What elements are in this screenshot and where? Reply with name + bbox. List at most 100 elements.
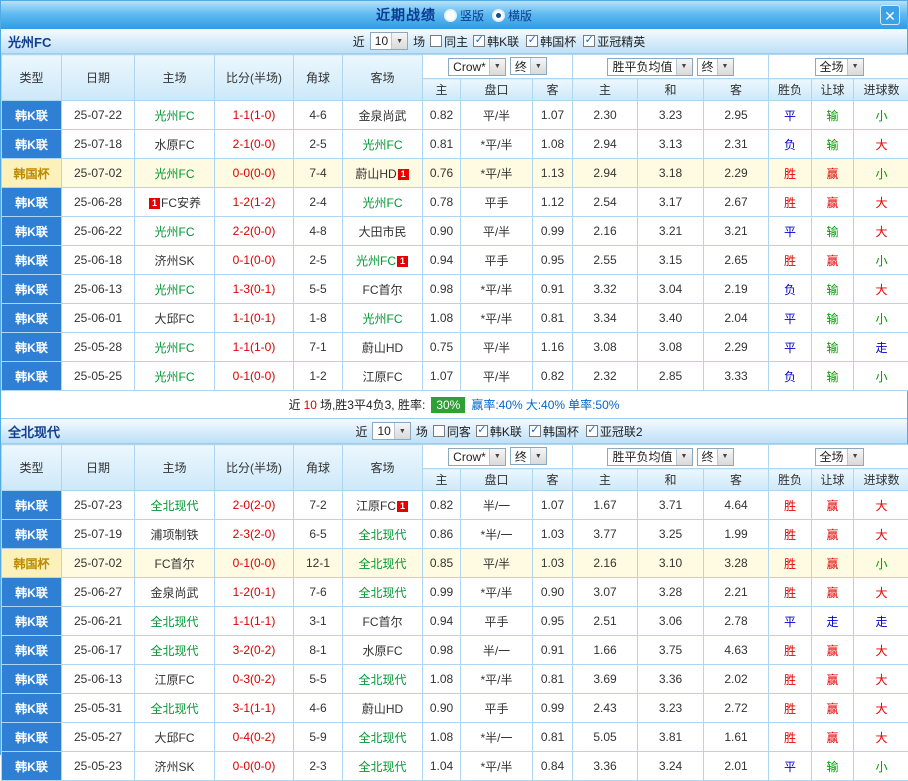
europe-odds-select[interactable]: 胜平负均值▼ — [607, 58, 692, 76]
chevron-down-icon: ▼ — [676, 449, 692, 465]
score-cell: 1-1(0-1) — [215, 304, 294, 333]
europe-odds-select[interactable]: 胜平负均值▼ — [607, 448, 692, 466]
checkbox-icon[interactable] — [430, 35, 442, 47]
score-cell: 0-0(0-0) — [215, 752, 294, 781]
europe-state-select[interactable]: 终▼ — [697, 58, 734, 76]
goals-result-cell: 大 — [854, 520, 908, 549]
checkbox-icon[interactable] — [433, 425, 445, 437]
layout-option-horizontal[interactable]: 横版 — [492, 7, 532, 24]
europe-home-cell: 3.36 — [573, 752, 638, 781]
europe-draw-cell: 3.71 — [638, 491, 704, 520]
match-row: 韩K联25-07-18水原FC2-1(0-0)2-5光州FC0.81*平/半1.… — [2, 130, 908, 159]
away-team-cell: 江原FC1 — [343, 491, 423, 520]
close-icon[interactable]: ✕ — [880, 5, 900, 25]
odds-state-select[interactable]: 终▼ — [510, 447, 547, 465]
away-team-cell: 江原FC — [343, 362, 423, 391]
match-date-cell: 25-07-02 — [62, 549, 135, 578]
filter-bar: 近 10▼ 场 同客 韩K联韩国杯亚冠联2 — [355, 422, 642, 440]
team-name-text: 大邱FC — [155, 312, 195, 326]
result-cell: 胜 — [769, 723, 812, 752]
league-filter[interactable]: 亚冠联2 — [586, 423, 643, 440]
goals-result-cell: 大 — [854, 578, 908, 607]
league-filter[interactable]: 韩国杯 — [526, 33, 576, 50]
europe-away-cell: 2.04 — [704, 304, 769, 333]
result-cell: 平 — [769, 217, 812, 246]
corner-cell: 2-5 — [294, 246, 343, 275]
home-team-cell: 济州SK — [135, 246, 215, 275]
layout-option-vertical[interactable]: 竖版 — [444, 7, 484, 24]
corner-cell: 5-9 — [294, 723, 343, 752]
match-date-cell: 25-07-19 — [62, 520, 135, 549]
league-filter[interactable]: 韩国杯 — [529, 423, 579, 440]
col-header-type: 类型 — [2, 55, 62, 101]
away-team-cell: FC首尔 — [343, 607, 423, 636]
europe-draw-cell: 3.17 — [638, 188, 704, 217]
checkbox-icon[interactable] — [526, 35, 538, 47]
score-cell: 3-2(0-2) — [215, 636, 294, 665]
scope-select[interactable]: 全场▼ — [815, 58, 864, 76]
handicap-result-cell: 赢 — [812, 665, 854, 694]
score-cell: 1-1(1-1) — [215, 607, 294, 636]
away-team-cell: 大田市民 — [343, 217, 423, 246]
league-type-cell: 韩K联 — [2, 752, 62, 781]
europe-away-cell: 2.67 — [704, 188, 769, 217]
chevron-down-icon: ▼ — [847, 59, 863, 75]
checkbox-icon[interactable] — [473, 35, 485, 47]
red-card-badge: 1 — [398, 169, 409, 180]
league-filter[interactable]: 韩K联 — [473, 33, 519, 50]
asia-away-cell: 1.16 — [533, 333, 573, 362]
radio-icon[interactable] — [492, 9, 505, 22]
home-team-cell: 光州FC — [135, 275, 215, 304]
match-row: 韩K联25-05-27大邱FC0-4(0-2)5-9全北现代1.08*半/一0.… — [2, 723, 908, 752]
score-cell: 0-0(0-0) — [215, 159, 294, 188]
match-row: 韩K联25-05-25光州FC0-1(0-0)1-2江原FC1.07平/半0.8… — [2, 362, 908, 391]
same-venue-filter[interactable]: 同主 — [430, 33, 468, 50]
bookmaker-select[interactable]: Crow*▼ — [448, 448, 506, 466]
europe-home-cell: 3.32 — [573, 275, 638, 304]
europe-away-cell: 2.65 — [704, 246, 769, 275]
col-header-away: 客场 — [343, 445, 423, 491]
match-row: 韩国杯25-07-02FC首尔0-1(0-0)12-1全北现代0.85平/半1.… — [2, 549, 908, 578]
europe-home-cell: 2.55 — [573, 246, 638, 275]
match-count-select[interactable]: 10▼ — [370, 32, 408, 50]
chevron-down-icon: ▼ — [530, 448, 546, 464]
checkbox-icon[interactable] — [583, 35, 595, 47]
bookmaker-select[interactable]: Crow*▼ — [448, 58, 506, 76]
corner-cell: 4-6 — [294, 694, 343, 723]
match-row: 韩K联25-06-17全北现代3-2(0-2)8-1水原FC0.98半/一0.9… — [2, 636, 908, 665]
radio-icon[interactable] — [444, 9, 457, 22]
same-venue-filter[interactable]: 同客 — [433, 423, 471, 440]
asia-away-cell: 0.81 — [533, 723, 573, 752]
team-name: 光州FC — [8, 32, 51, 51]
league-filter[interactable]: 亚冠精英 — [583, 33, 645, 50]
league-type-cell: 韩K联 — [2, 188, 62, 217]
league-type-cell: 韩K联 — [2, 723, 62, 752]
league-filter[interactable]: 韩K联 — [476, 423, 522, 440]
asia-home-cell: 0.82 — [423, 101, 461, 130]
result-cell: 平 — [769, 752, 812, 781]
asia-home-cell: 0.98 — [423, 275, 461, 304]
checkbox-icon[interactable] — [529, 425, 541, 437]
match-row: 韩K联25-06-13江原FC0-3(0-2)5-5全北现代1.08*平/半0.… — [2, 665, 908, 694]
europe-away-cell: 2.01 — [704, 752, 769, 781]
checkbox-icon[interactable] — [476, 425, 488, 437]
section-header-gwangju: 光州FC 近 10▼ 场 同主 韩K联韩国杯亚冠精英 — [1, 29, 907, 54]
europe-state-select[interactable]: 终▼ — [697, 448, 734, 466]
col-header-result: 胜负 — [769, 79, 812, 101]
odds-state-select[interactable]: 终▼ — [510, 57, 547, 75]
asia-odds-controls: Crow*▼终▼ — [423, 55, 573, 79]
asia-home-cell: 0.78 — [423, 188, 461, 217]
asia-handicap-cell: *平/半 — [461, 275, 533, 304]
europe-away-cell: 2.31 — [704, 130, 769, 159]
asia-handicap-cell: 平/半 — [461, 549, 533, 578]
chevron-down-icon: ▼ — [530, 58, 546, 74]
checkbox-icon[interactable] — [586, 425, 598, 437]
col-header-asia-away: 客 — [533, 469, 573, 491]
match-row: 韩K联25-06-281FC安养1-2(1-2)2-4光州FC0.78平手1.1… — [2, 188, 908, 217]
europe-away-cell: 4.63 — [704, 636, 769, 665]
europe-draw-cell: 3.28 — [638, 578, 704, 607]
handicap-result-cell: 输 — [812, 304, 854, 333]
scope-select[interactable]: 全场▼ — [815, 448, 864, 466]
match-count-select[interactable]: 10▼ — [372, 422, 410, 440]
score-cell: 0-1(0-0) — [215, 362, 294, 391]
